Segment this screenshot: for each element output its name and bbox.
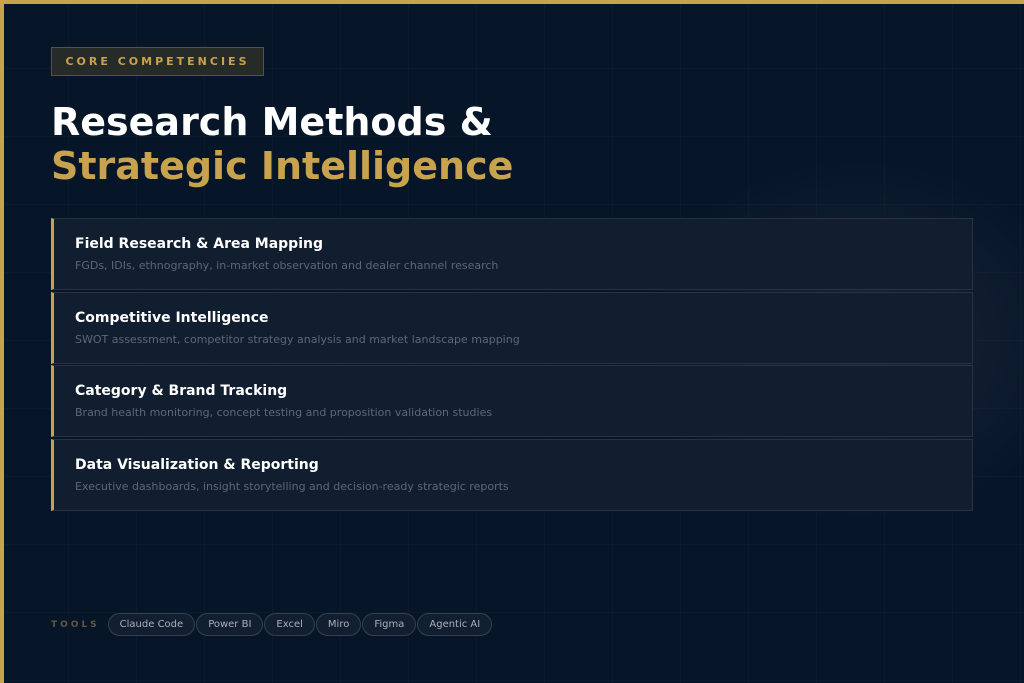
competency-title: Competitive Intelligence: [75, 309, 269, 326]
tool-pill-power-bi: Power BI: [196, 613, 264, 636]
competency-title: Category & Brand Tracking: [75, 383, 288, 400]
tools-label: TOOLS: [51, 619, 100, 630]
tool-pill-miro: Miro: [315, 613, 362, 636]
competency-card: Category & Brand Tracking Brand health m…: [51, 365, 973, 438]
left-accent-bar: [0, 0, 4, 683]
title-line-2: Strategic Intelligence: [51, 144, 514, 188]
page-title: Research Methods & Strategic Intelligenc…: [51, 100, 513, 188]
tool-pill-agentic-ai: Agentic AI: [417, 613, 493, 636]
competency-description: SWOT assessment, competitor strategy ana…: [75, 332, 520, 346]
competency-title: Field Research & Area Mapping: [75, 236, 323, 252]
tool-pill-excel: Excel: [264, 613, 315, 636]
competency-description: Executive dashboards, insight storytelli…: [75, 479, 509, 493]
competency-title: Data Visualization & Reporting: [75, 456, 319, 473]
slide: CORE COMPETENCIES Research Methods & Str…: [0, 0, 1024, 683]
tool-pill-figma: Figma: [362, 613, 417, 636]
section-badge: CORE COMPETENCIES: [51, 47, 264, 76]
competency-card: Data Visualization & Reporting Executive…: [51, 438, 973, 511]
competency-card: Field Research & Area Mapping FGDs, IDIs…: [51, 218, 973, 290]
tools-row: TOOLS Claude Code Power BI Excel Miro Fi…: [51, 613, 493, 636]
competency-card: Competitive Intelligence SWOT assessment…: [51, 291, 973, 364]
top-accent-bar: [0, 0, 1024, 4]
competency-list: Field Research & Area Mapping FGDs, IDIs…: [51, 218, 973, 512]
competency-description: FGDs, IDIs, ethnography, in-market obser…: [75, 259, 499, 272]
title-line-1: Research Methods &: [51, 100, 493, 144]
tool-pill-claude-code: Claude Code: [107, 613, 196, 636]
competency-description: Brand health monitoring, concept testing…: [75, 406, 493, 420]
